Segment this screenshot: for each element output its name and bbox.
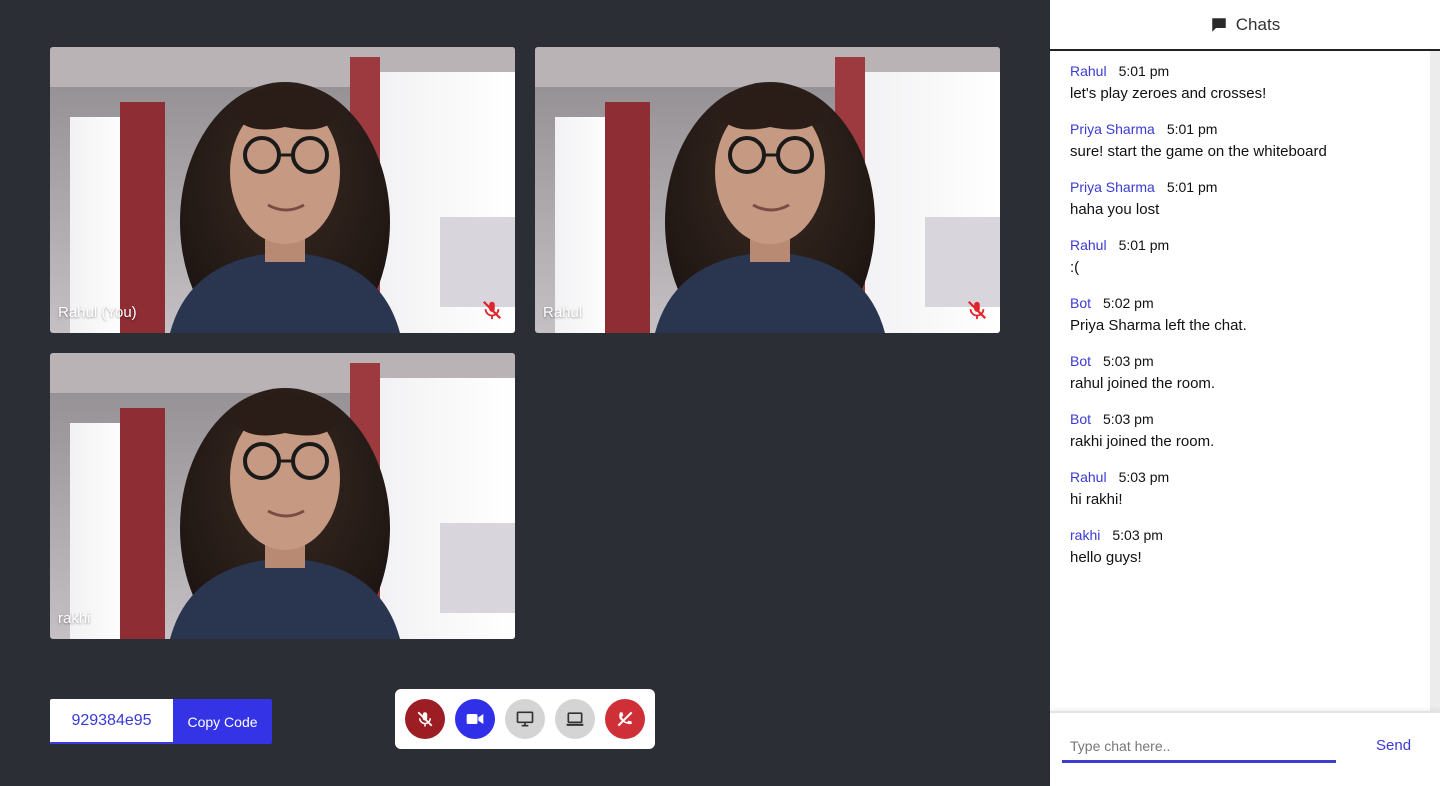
chat-message: Rahul 5:01 pm let's play zeroes and cross… [1070, 63, 1266, 102]
video-camera-icon [466, 714, 484, 724]
monitor-icon [516, 711, 534, 727]
message-author: Rahul [1070, 469, 1107, 485]
message-text: rahul joined the room. [1070, 375, 1216, 392]
message-text: hello guys! [1070, 549, 1142, 566]
message-author: rakhi [1070, 527, 1101, 543]
phone-hangup-icon [617, 711, 633, 727]
message-text: haha you lost [1070, 201, 1160, 218]
message-author: Priya Sharma [1070, 121, 1155, 137]
room-code-box: 929384e95 Copy Code [50, 699, 272, 744]
message-author: Priya Sharma [1070, 179, 1155, 195]
message-author: Bot [1070, 411, 1092, 427]
chat-message: Rahul 5:01 pm :( [1070, 237, 1169, 276]
message-author: Rahul [1070, 63, 1107, 79]
participant-name: rakhi [58, 610, 91, 627]
video-feed [535, 47, 1000, 333]
send-button[interactable]: Send [1376, 737, 1411, 754]
participant-name: Rahul (You) [58, 304, 137, 321]
video-feed [50, 47, 515, 333]
message-author: Bot [1070, 295, 1092, 311]
toggle-camera-button[interactable] [455, 699, 495, 739]
message-text: let's play zeroes and crosses! [1070, 85, 1267, 102]
video-stage: Rahul (You) Rahul rakhi 929384e95 Copy C… [0, 0, 1050, 786]
message-text: rakhi joined the room. [1070, 433, 1215, 450]
message-time: 5:01 pm [1118, 63, 1170, 79]
message-time: 5:03 pm [1103, 353, 1154, 369]
whiteboard-button[interactable] [555, 699, 595, 739]
message-text: hi rakhi! [1070, 491, 1123, 508]
muted-mic-icon [964, 297, 990, 323]
message-text: sure! start the game on the whiteboard [1070, 143, 1327, 160]
laptop-icon [566, 712, 584, 726]
chat-composer: Send [1050, 711, 1440, 786]
video-tile-self: Rahul (You) [50, 47, 515, 333]
mic-off-icon [417, 711, 433, 727]
chat-message: Rahul 5:03 pm hi rakhi! [1070, 469, 1169, 508]
call-controls [395, 689, 655, 749]
chat-message: Bot 5:02 pm Priya Sharma left the chat. [1070, 295, 1247, 334]
message-time: 5:01 pm [1118, 237, 1170, 253]
message-text: Priya Sharma left the chat. [1070, 317, 1247, 334]
video-tile-participant: Rahul [535, 47, 1000, 333]
chat-title: Chats [1235, 14, 1281, 34]
video-tile-participant: rakhi [50, 353, 515, 639]
chat-message: rakhi 5:03 pm hello guys! [1070, 527, 1163, 566]
chat-message: Bot 5:03 pm rahul joined the room. [1070, 353, 1215, 392]
message-text: :( [1070, 259, 1080, 276]
chat-panel: Chats Rahul 5:01 pm let's play zeroes and… [1050, 0, 1440, 786]
muted-mic-icon [479, 297, 505, 323]
message-time: 5:01 pm [1166, 179, 1218, 195]
copy-code-button[interactable]: Copy Code [173, 699, 272, 744]
chat-input[interactable] [1062, 731, 1336, 763]
chat-header: Chats [1050, 0, 1440, 51]
leave-call-button[interactable] [605, 699, 645, 739]
room-code[interactable]: 929384e95 [50, 699, 173, 744]
message-time: 5:03 pm [1103, 411, 1154, 427]
chat-scrollbar[interactable] [1430, 51, 1440, 711]
message-time: 5:01 pm [1166, 121, 1218, 137]
message-time: 5:03 pm [1112, 527, 1163, 543]
message-time: 5:02 pm [1103, 295, 1154, 311]
share-screen-button[interactable] [505, 699, 545, 739]
chat-message: Priya Sharma 5:01 pm haha you lost [1070, 179, 1217, 218]
chat-messages: Rahul 5:01 pm let's play zeroes and cross… [1050, 51, 1440, 711]
message-author: Bot [1070, 353, 1092, 369]
message-time: 5:03 pm [1118, 469, 1170, 485]
chat-message: Bot 5:03 pm rakhi joined the room. [1070, 411, 1214, 450]
toggle-mic-button[interactable] [405, 699, 445, 739]
participant-name: Rahul [543, 304, 583, 321]
chat-bubble-icon [1212, 17, 1226, 32]
video-feed [50, 353, 515, 639]
chat-message: Priya Sharma 5:01 pm sure! start the game… [1070, 121, 1327, 160]
message-author: Rahul [1070, 237, 1107, 253]
